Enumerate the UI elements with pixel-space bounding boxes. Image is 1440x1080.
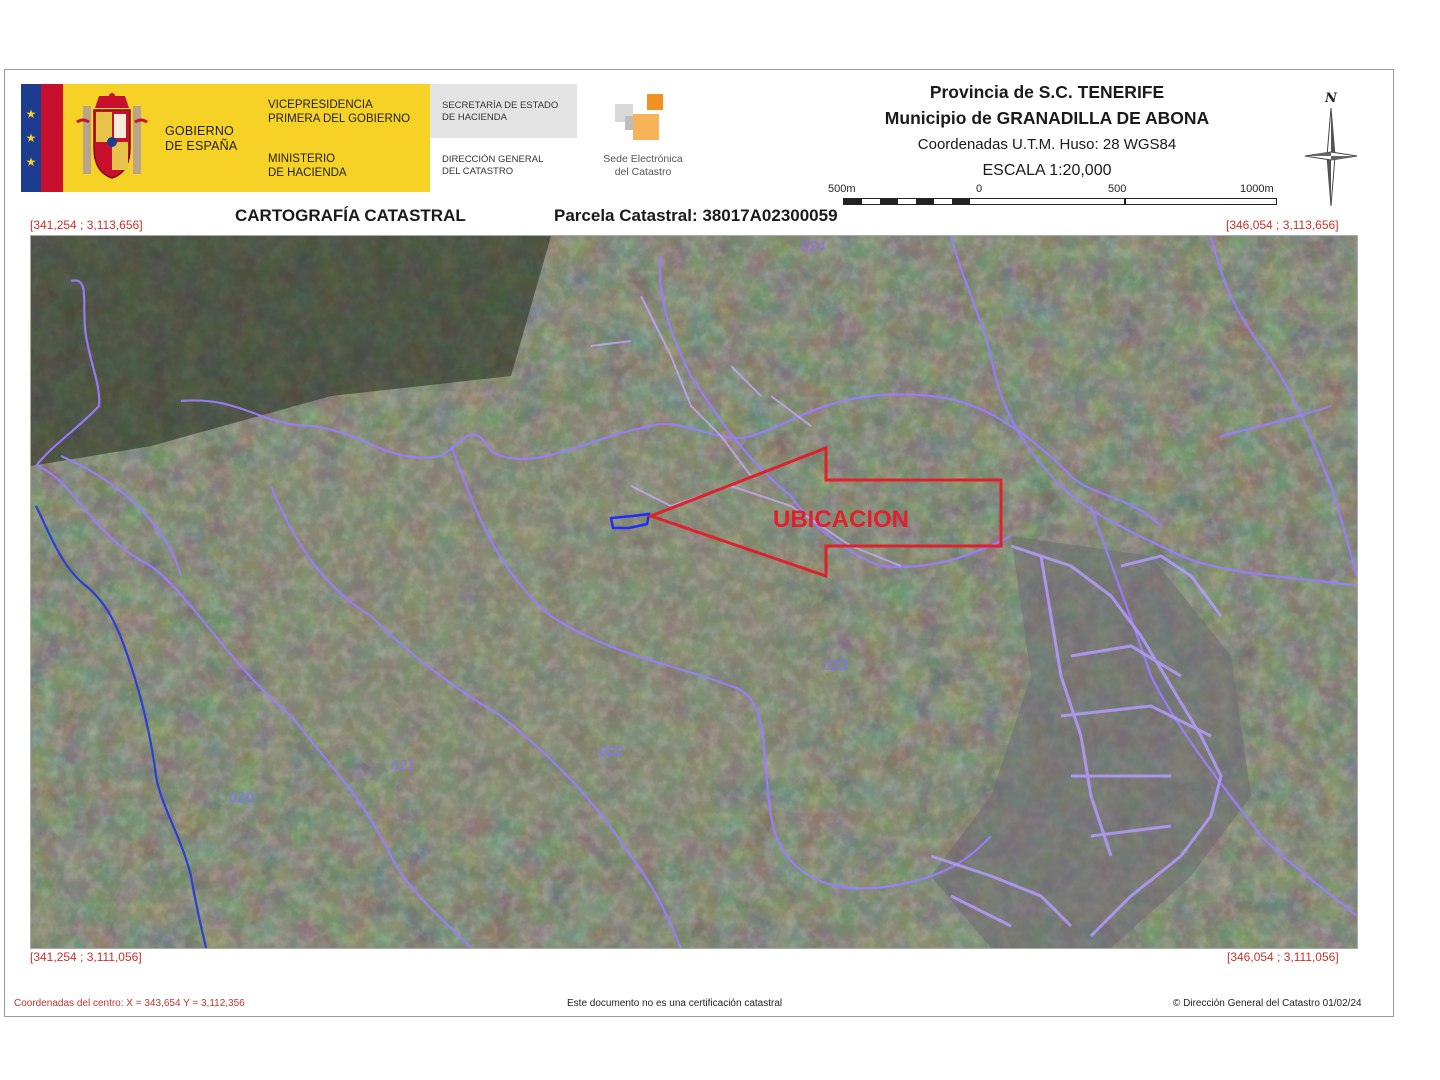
scale-label-1000m: 1000m [1240, 183, 1274, 195]
center-coordinates: Coordenadas del centro: X = 343,654 Y = … [14, 998, 245, 1009]
gobierno-logo-block: GOBIERNO DE ESPAÑA [63, 84, 256, 192]
sede-catastro-logo-icon [615, 94, 663, 140]
scale-label-500m-left: 500m [828, 183, 856, 195]
secretaria-label: SECRETARÍA DE ESTADO DE HACIENDA [442, 100, 559, 123]
sheet-number-020: 020 [229, 791, 254, 806]
cartografia-heading: CARTOGRAFÍA CATASTRAL [235, 206, 466, 225]
ministerio-label: MINISTERIO DE HACIENDA [268, 153, 347, 179]
scale-label-500: 500 [1108, 183, 1127, 195]
satellite-map[interactable]: UBICACION 024 023 022 021 020 [30, 235, 1358, 949]
copyright: © Dirección General del Catastro 01/02/2… [1173, 998, 1362, 1009]
municipio-title: Municipio de GRANADILLA DE ABONA [884, 108, 1210, 128]
corner-coord-top-left: [341,254 ; 3,113,656] [30, 218, 143, 232]
scale-text: ESCALA 1:20,000 [982, 162, 1112, 179]
sheet-number-021: 021 [391, 759, 416, 774]
eu-flag-strip: ★ ★ ★ [21, 84, 63, 192]
parcela-reference: Parcela Catastral: 38017A02300059 [554, 206, 838, 225]
ubicacion-label: UBICACION [773, 506, 909, 533]
cadastral-sheet: ★ ★ ★ GOBIERNO DE ESPAÑA VICEPRESIDENCIA… [4, 69, 1394, 1017]
corner-coord-bottom-right: [346,054 ; 3,111,056] [1227, 950, 1339, 964]
svg-text:★: ★ [26, 155, 37, 169]
disclaimer: Este documento no es una certificación c… [567, 998, 783, 1009]
secretaria-block: SECRETARÍA DE ESTADO DE HACIENDA [430, 84, 577, 138]
svg-text:★: ★ [26, 107, 37, 121]
corner-coord-top-right: [346,054 ; 3,113,656] [1226, 218, 1339, 232]
vicepresidencia-label: VICEPRESIDENCIA PRIMERA DEL GOBIERNO [268, 99, 411, 125]
coordinate-system: Coordenadas U.T.M. Huso: 28 WGS84 [917, 136, 1177, 153]
scale-bar [843, 198, 1277, 205]
north-arrow-icon: N [1304, 91, 1358, 207]
gobierno-espana-label: GOBIERNO DE ESPAÑA [165, 124, 238, 153]
scale-label-0: 0 [976, 183, 983, 195]
sheet-number-022: 022 [599, 745, 624, 760]
sheet-number-024: 024 [801, 240, 826, 255]
vicepresidencia-block: VICEPRESIDENCIA PRIMERA DEL GOBIERNO MIN… [256, 84, 430, 192]
provincia-title: Provincia de S.C. TENERIFE [929, 82, 1165, 102]
north-label: N [1324, 91, 1338, 106]
svg-text:★: ★ [26, 131, 37, 145]
corner-coord-bottom-left: [341,254 ; 3,111,056] [30, 950, 142, 964]
sheet-number-023: 023 [823, 659, 848, 674]
direccion-general-label: DIRECCIÓN GENERAL DEL CATASTRO [442, 154, 544, 177]
map-canvas: UBICACION 024 023 022 021 020 [31, 236, 1357, 948]
coat-of-arms-icon [76, 93, 148, 179]
sede-electronica-label: Sede Electrónica del Catastro [603, 153, 683, 178]
